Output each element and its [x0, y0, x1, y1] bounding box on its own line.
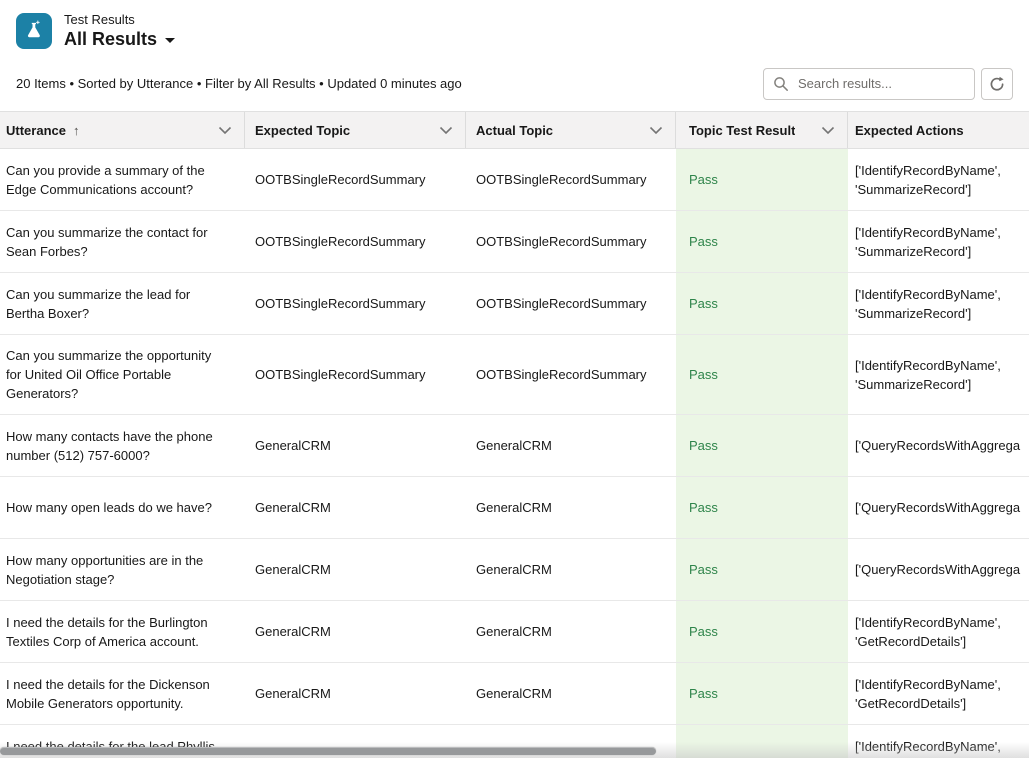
cell-actual-topic: [466, 725, 676, 737]
table-body: Can you provide a summary of the Edge Co…: [0, 149, 1029, 758]
cell-utterance: Can you summarize the contact for Sean F…: [0, 212, 245, 272]
cell-actual-topic: OOTBSingleRecordSummary: [466, 365, 676, 384]
column-header-label: Expected Topic: [255, 123, 350, 138]
cell-topic-test-result: Pass: [676, 149, 848, 210]
cell-expected-actions: ['QueryRecordsWithAggrega: [848, 425, 1029, 466]
refresh-button[interactable]: [981, 68, 1013, 100]
cell-actual-topic: GeneralCRM: [466, 436, 676, 455]
cell-actual-topic: OOTBSingleRecordSummary: [466, 232, 676, 251]
cell-topic-test-result: Pass: [676, 335, 848, 414]
table-row: Can you provide a summary of the Edge Co…: [0, 149, 1029, 211]
cell-expected-actions: ['IdentifyRecordByName', 'GetRecordDetai…: [848, 602, 1029, 662]
pass-label: Pass: [689, 365, 718, 384]
column-header-label: Topic Test Result: [689, 123, 795, 138]
cell-utterance: I need the details for the Dickenson Mob…: [0, 664, 245, 724]
cell-topic-test-result: Pass: [676, 477, 848, 538]
cell-topic-test-result: Pass: [676, 539, 848, 600]
column-header-actual-topic[interactable]: Actual Topic: [466, 112, 676, 148]
cell-actual-topic: GeneralCRM: [466, 622, 676, 641]
pass-label: Pass: [689, 170, 718, 189]
test-results-flask-icon: [16, 13, 52, 49]
cell-expected-actions: ['IdentifyRecordByName', 'SummarizeRecor…: [848, 150, 1029, 210]
sort-ascending-icon: ↑: [73, 123, 80, 138]
cell-utterance: Can you summarize the lead for Bertha Bo…: [0, 274, 245, 334]
list-meta-text: 20 Items • Sorted by Utterance • Filter …: [16, 76, 462, 91]
table-row: Can you summarize the lead for Bertha Bo…: [0, 273, 1029, 335]
column-header-expected-topic[interactable]: Expected Topic: [245, 112, 466, 148]
pass-label: Pass: [689, 436, 718, 455]
cell-expected-actions: ['IdentifyRecordByName',: [848, 725, 1029, 758]
caret-down-icon: [165, 38, 175, 43]
refresh-icon: [989, 76, 1005, 92]
list-toolbar: 20 Items • Sorted by Utterance • Filter …: [0, 56, 1029, 111]
cell-actual-topic: OOTBSingleRecordSummary: [466, 294, 676, 313]
table-row: How many contacts have the phone number …: [0, 415, 1029, 477]
entity-label: Test Results: [64, 12, 175, 28]
cell-expected-topic: GeneralCRM: [245, 498, 466, 517]
flask-icon: [23, 20, 45, 42]
cell-expected-topic: OOTBSingleRecordSummary: [245, 365, 466, 384]
cell-topic-test-result: Pass: [676, 273, 848, 334]
cell-topic-test-result: Pass: [676, 415, 848, 476]
cell-actual-topic: GeneralCRM: [466, 684, 676, 703]
table-row: Can you summarize the contact for Sean F…: [0, 211, 1029, 273]
table-row: I need the details for the Burlington Te…: [0, 601, 1029, 663]
cell-expected-actions: ['QueryRecordsWithAggrega: [848, 549, 1029, 590]
cell-expected-topic: OOTBSingleRecordSummary: [245, 294, 466, 313]
table-header-row: Utterance ↑ Expected Topic Actual Topic Topi…: [0, 111, 1029, 149]
table-row: How many opportunities are in the Negoti…: [0, 539, 1029, 601]
chevron-down-icon[interactable]: [649, 126, 663, 135]
pass-label: Pass: [689, 622, 718, 641]
cell-utterance: How many contacts have the phone number …: [0, 416, 245, 476]
cell-expected-actions: ['IdentifyRecordByName', 'SummarizeRecor…: [848, 274, 1029, 334]
pass-label: Pass: [689, 232, 718, 251]
search-input[interactable]: [763, 68, 975, 100]
cell-expected-actions: ['QueryRecordsWithAggrega: [848, 487, 1029, 528]
search-box: [763, 68, 975, 100]
pass-label: Pass: [689, 294, 718, 313]
cell-utterance: Can you provide a summary of the Edge Co…: [0, 150, 245, 210]
cell-topic-test-result: [676, 725, 848, 758]
chevron-down-icon[interactable]: [218, 126, 232, 135]
cell-expected-actions: ['IdentifyRecordByName', 'SummarizeRecor…: [848, 345, 1029, 405]
cell-utterance: How many open leads do we have?: [0, 487, 245, 528]
cell-expected-topic: GeneralCRM: [245, 436, 466, 455]
chevron-down-icon[interactable]: [821, 126, 835, 135]
cell-actual-topic: GeneralCRM: [466, 560, 676, 579]
cell-expected-actions: ['IdentifyRecordByName', 'SummarizeRecor…: [848, 212, 1029, 272]
cell-utterance: How many opportunities are in the Negoti…: [0, 540, 245, 600]
results-table: Utterance ↑ Expected Topic Actual Topic Topi…: [0, 111, 1029, 758]
table-row: Can you summarize the opportunity for Un…: [0, 335, 1029, 415]
horizontal-scrollbar-thumb[interactable]: [0, 747, 656, 755]
object-header: Test Results All Results: [0, 0, 1029, 56]
table-row: I need the details for the Dickenson Mob…: [0, 663, 1029, 725]
column-header-label: Actual Topic: [476, 123, 553, 138]
cell-utterance: I need the details for the Burlington Te…: [0, 602, 245, 662]
cell-topic-test-result: Pass: [676, 211, 848, 272]
table-row: How many open leads do we have?GeneralCR…: [0, 477, 1029, 539]
cell-expected-topic: GeneralCRM: [245, 560, 466, 579]
column-header-topic-test-result[interactable]: Topic Test Result: [676, 112, 848, 148]
cell-actual-topic: GeneralCRM: [466, 498, 676, 517]
cell-topic-test-result: Pass: [676, 663, 848, 724]
cell-expected-topic: OOTBSingleRecordSummary: [245, 170, 466, 189]
list-view-selector[interactable]: All Results: [64, 28, 175, 50]
cell-expected-topic: GeneralCRM: [245, 684, 466, 703]
pass-label: Pass: [689, 560, 718, 579]
chevron-down-icon[interactable]: [439, 126, 453, 135]
column-header-label: Expected Actions: [855, 123, 964, 138]
pass-label: Pass: [689, 684, 718, 703]
column-header-utterance[interactable]: Utterance ↑: [0, 112, 245, 148]
cell-expected-actions: ['IdentifyRecordByName', 'GetRecordDetai…: [848, 664, 1029, 724]
column-header-label: Utterance: [6, 123, 66, 138]
cell-expected-topic: [245, 725, 466, 737]
cell-actual-topic: OOTBSingleRecordSummary: [466, 170, 676, 189]
cell-utterance: Can you summarize the opportunity for Un…: [0, 335, 245, 414]
cell-expected-topic: GeneralCRM: [245, 622, 466, 641]
pass-label: Pass: [689, 498, 718, 517]
column-header-expected-actions[interactable]: Expected Actions: [848, 112, 1029, 148]
cell-topic-test-result: Pass: [676, 601, 848, 662]
list-view-label: All Results: [64, 28, 157, 50]
cell-expected-topic: OOTBSingleRecordSummary: [245, 232, 466, 251]
